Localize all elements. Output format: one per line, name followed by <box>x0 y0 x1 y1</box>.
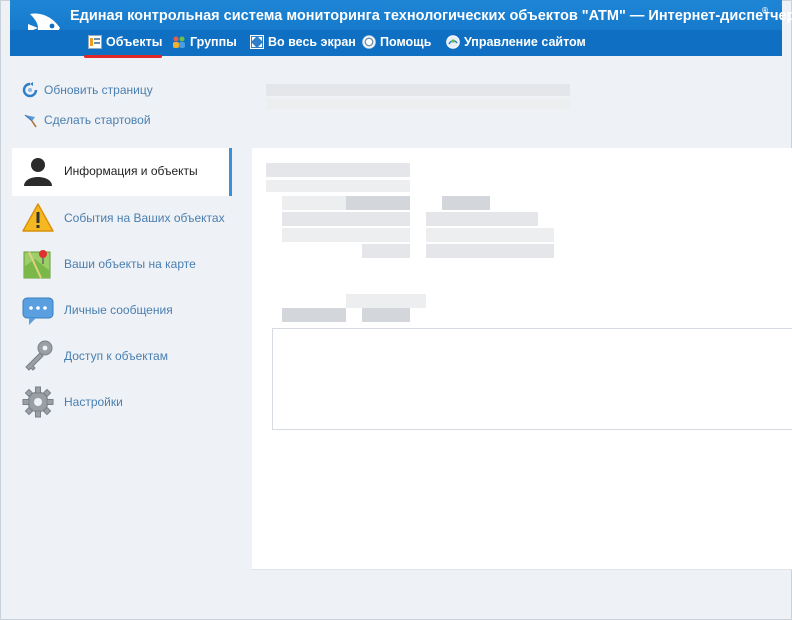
nav-info-objects[interactable]: Информация и объекты <box>20 151 232 191</box>
warning-icon <box>20 200 56 236</box>
menu-help[interactable]: Помощь <box>362 33 431 51</box>
menu-site-management-label: Управление сайтом <box>464 35 586 49</box>
menu-objects[interactable]: Объекты <box>88 33 162 51</box>
settings-gear-icon <box>20 384 56 420</box>
objects-icon <box>88 35 102 49</box>
menu-fullscreen[interactable]: Во весь экран <box>250 33 356 51</box>
menu-site-management[interactable]: Управление сайтом <box>446 33 586 51</box>
nav-messages-label: Личные сообщения <box>64 303 173 317</box>
nav-info-objects-label: Информация и объекты <box>64 164 198 178</box>
fullscreen-icon <box>250 35 264 49</box>
menu-fullscreen-label: Во весь экран <box>268 35 356 49</box>
nav-access[interactable]: Доступ к объектам <box>20 336 232 376</box>
help-icon <box>362 35 376 49</box>
site-management-icon <box>446 35 460 49</box>
make-start-page-label: Сделать стартовой <box>44 113 151 127</box>
inner-content-box <box>272 328 792 430</box>
nav-settings[interactable]: Настройки <box>20 382 232 422</box>
nav-events[interactable]: События на Ваших объектах <box>20 198 232 238</box>
nav-map[interactable]: Ваши объекты на карте <box>20 244 232 284</box>
messages-icon <box>20 292 56 328</box>
app-title: Единая контрольная система мониторинга т… <box>70 8 792 24</box>
refresh-page-link[interactable]: Обновить страницу <box>22 82 153 98</box>
nav-events-label: События на Ваших объектах <box>64 211 225 225</box>
refresh-page-label: Обновить страницу <box>44 83 153 97</box>
refresh-icon <box>22 82 38 98</box>
main-menu: Объекты Группы Во весь экран Помощь Упра… <box>10 30 782 54</box>
menu-groups-label: Группы <box>190 35 237 49</box>
make-start-page-link[interactable]: Сделать стартовой <box>22 112 151 128</box>
menu-objects-label: Объекты <box>106 35 163 49</box>
key-icon <box>20 338 56 374</box>
active-menu-indicator <box>84 55 162 58</box>
menu-groups[interactable]: Группы <box>172 33 237 51</box>
nav-map-label: Ваши объекты на карте <box>64 257 196 271</box>
groups-icon <box>173 36 185 48</box>
registered-mark: ® <box>762 6 768 15</box>
nav-access-label: Доступ к объектам <box>64 349 168 363</box>
pin-icon <box>24 114 37 128</box>
user-icon <box>20 153 56 189</box>
nav-messages[interactable]: Личные сообщения <box>20 290 232 330</box>
menu-help-label: Помощь <box>380 35 432 49</box>
nav-settings-label: Настройки <box>64 395 123 409</box>
map-icon <box>20 246 56 282</box>
